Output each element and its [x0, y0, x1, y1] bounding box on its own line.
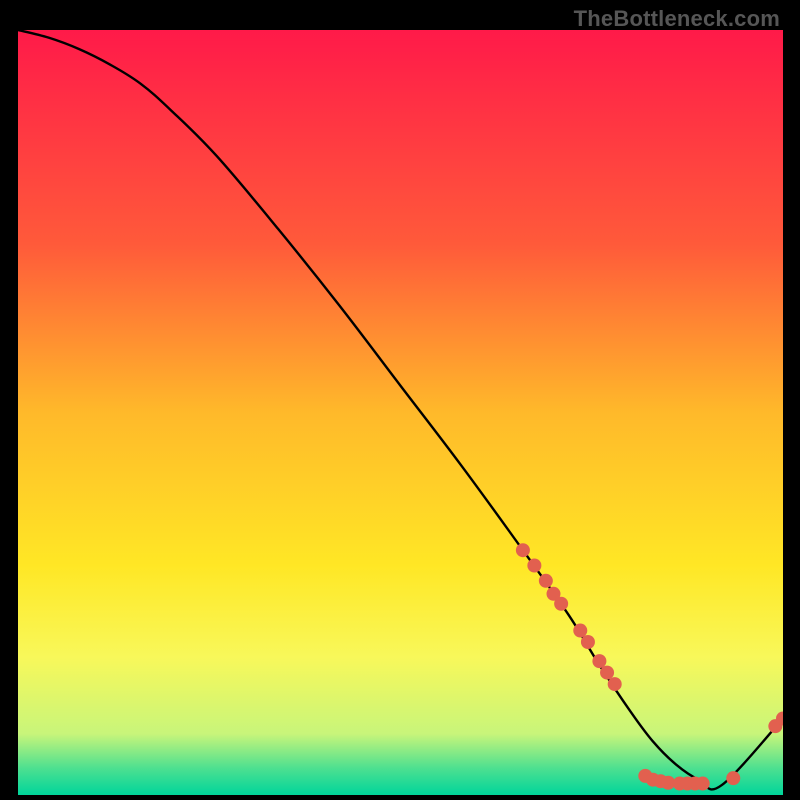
chart-frame: [18, 30, 783, 795]
data-point: [539, 574, 553, 588]
data-point: [608, 677, 622, 691]
data-point: [573, 624, 587, 638]
bottleneck-chart: [18, 30, 783, 795]
data-point: [696, 777, 710, 791]
data-point: [581, 635, 595, 649]
data-point: [516, 543, 530, 557]
data-point: [554, 597, 568, 611]
watermark-text: TheBottleneck.com: [574, 6, 780, 32]
data-point: [726, 771, 740, 785]
data-point: [600, 666, 614, 680]
data-point: [592, 654, 606, 668]
chart-background: [18, 30, 783, 795]
data-point: [527, 559, 541, 573]
